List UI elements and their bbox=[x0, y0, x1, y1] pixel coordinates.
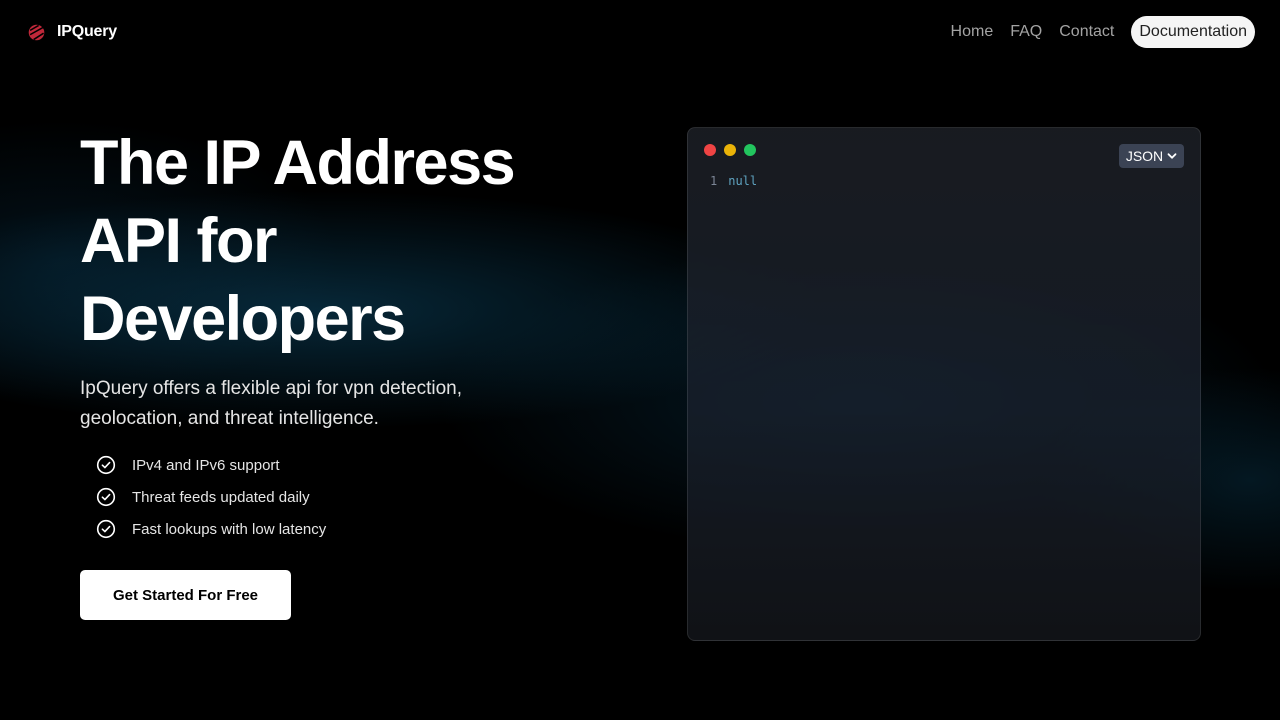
line-code: null bbox=[728, 174, 758, 188]
check-circle-icon bbox=[96, 455, 116, 475]
hero-title: The IP Address API for Developers bbox=[80, 124, 600, 358]
brand[interactable]: IPQuery bbox=[28, 23, 117, 41]
nav-links: Home FAQ Contact Documentation bbox=[951, 16, 1255, 48]
maximize-dot-icon bbox=[744, 144, 756, 156]
feature-list: IPv4 and IPv6 support Threat feeds updat… bbox=[96, 449, 326, 545]
hero-title-line-3: Developers bbox=[80, 284, 406, 354]
hero-title-line-2: API for bbox=[80, 206, 278, 276]
check-circle-icon bbox=[96, 487, 116, 507]
nav-link-faq[interactable]: FAQ bbox=[1010, 23, 1042, 41]
feature-label: Fast lookups with low latency bbox=[132, 520, 327, 538]
format-select[interactable]: JSON bbox=[1119, 144, 1184, 168]
code-window: JSON 1 null bbox=[687, 127, 1201, 641]
window-controls bbox=[704, 144, 756, 156]
format-select-value: JSON bbox=[1125, 148, 1164, 164]
logo-icon bbox=[28, 24, 45, 40]
hero-title-line-1: The IP Address bbox=[80, 128, 516, 198]
feature-item: Fast lookups with low latency bbox=[96, 513, 326, 545]
top-nav: IPQuery Home FAQ Contact Documentation bbox=[0, 0, 1280, 64]
brand-name: IPQuery bbox=[57, 23, 117, 40]
hero-subtitle: IpQuery offers a flexible api for vpn de… bbox=[80, 378, 462, 429]
chevron-down-icon bbox=[1167, 153, 1177, 159]
minimize-dot-icon bbox=[724, 144, 736, 156]
nav-link-contact[interactable]: Contact bbox=[1059, 23, 1114, 41]
feature-item: IPv4 and IPv6 support bbox=[96, 449, 326, 481]
feature-label: Threat feeds updated daily bbox=[132, 488, 310, 506]
documentation-button[interactable]: Documentation bbox=[1131, 16, 1255, 48]
line-number: 1 bbox=[710, 174, 718, 188]
get-started-button[interactable]: Get Started For Free bbox=[80, 570, 291, 620]
check-circle-icon bbox=[96, 519, 116, 539]
code-line: 1 null bbox=[710, 174, 757, 188]
nav-link-home[interactable]: Home bbox=[951, 23, 994, 41]
close-dot-icon bbox=[704, 144, 716, 156]
feature-label: IPv4 and IPv6 support bbox=[132, 456, 280, 474]
feature-item: Threat feeds updated daily bbox=[96, 481, 326, 513]
